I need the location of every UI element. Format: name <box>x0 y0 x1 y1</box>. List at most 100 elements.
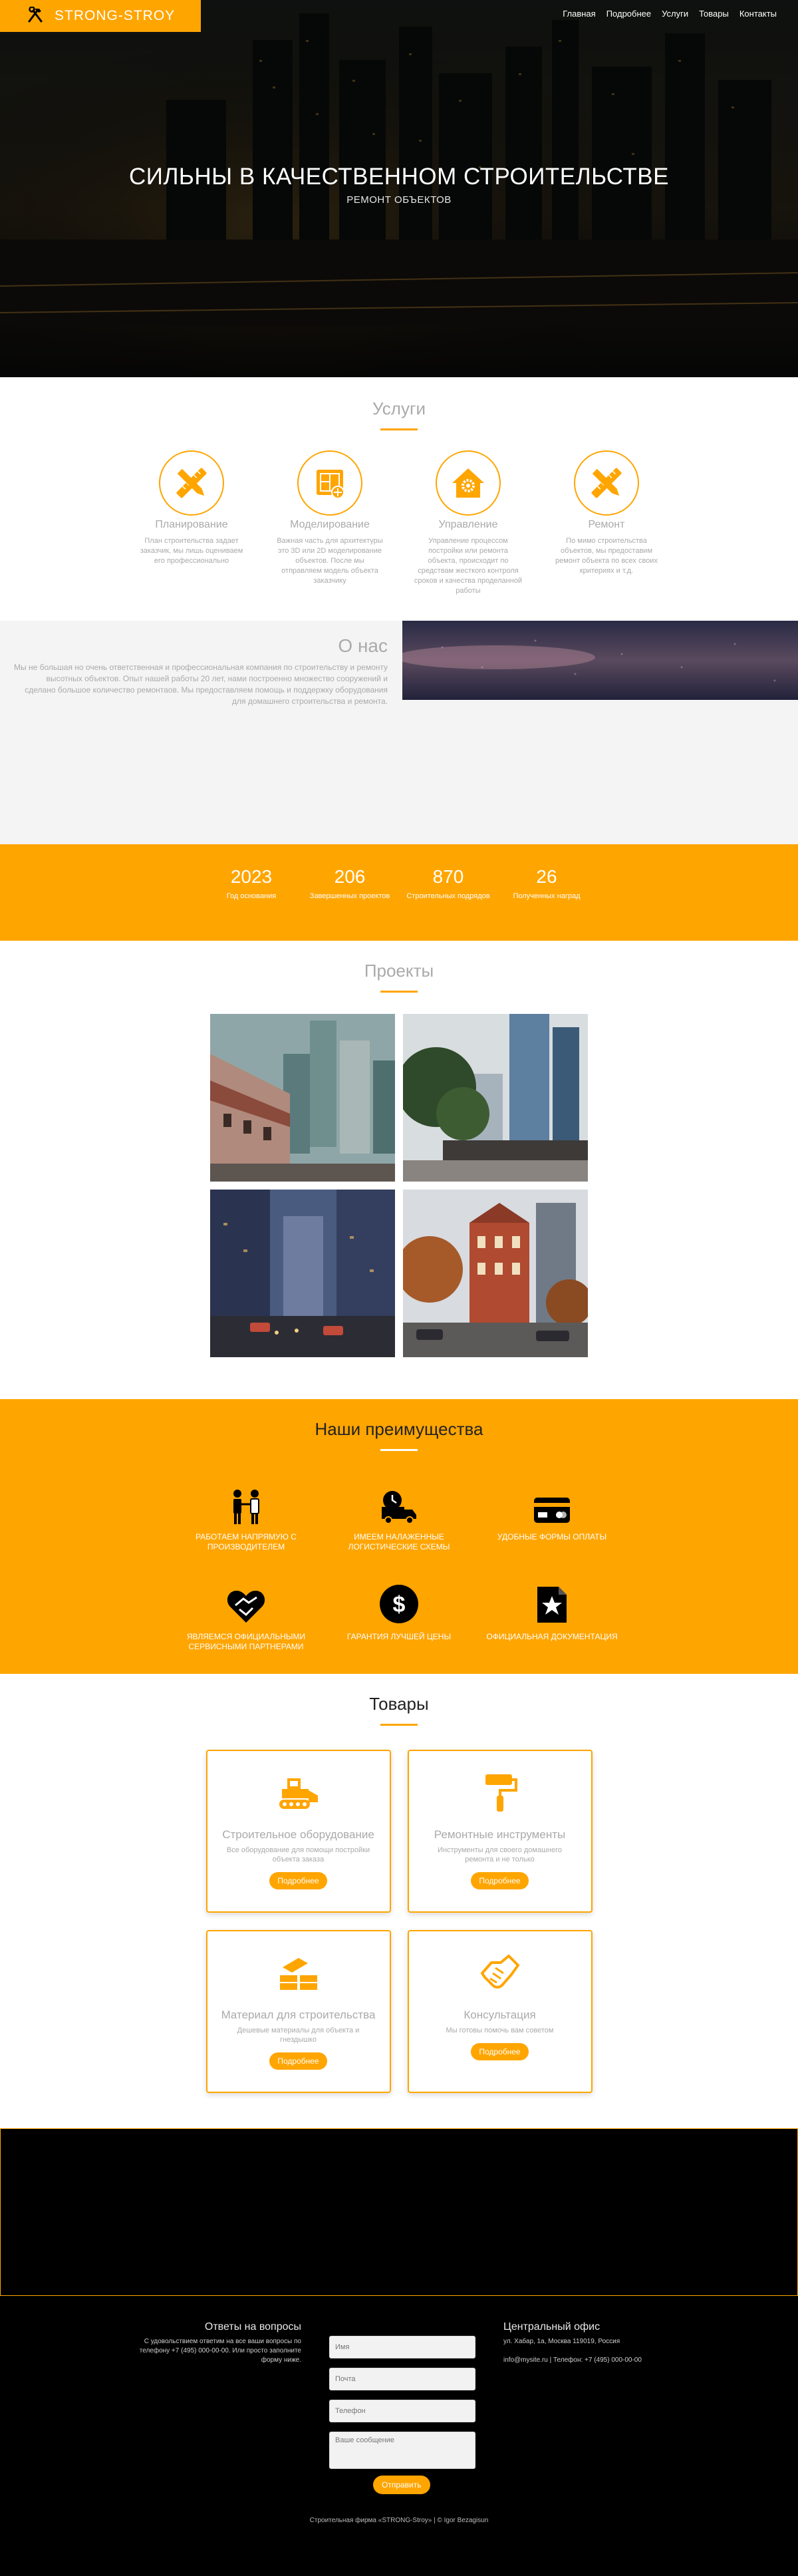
service-name: Ремонт <box>588 519 625 530</box>
stat-number: 26 <box>536 866 557 887</box>
service-desc: План строительства задает заказчик, мы л… <box>140 537 243 565</box>
details-button[interactable]: Подробнее <box>269 1872 327 1889</box>
card-desc: Все оборудование для помощи постройки об… <box>226 1846 370 1863</box>
service-item: Моделирование Важная часть для архитекту… <box>275 450 385 596</box>
credit-card-icon <box>475 1479 628 1524</box>
menu-link-services[interactable]: Услуги <box>656 9 694 19</box>
hero-subtitle: РЕМОНТ ОБЪЕКТОВ <box>346 194 452 206</box>
service-item: Управление Управление процессом постройк… <box>413 450 523 596</box>
advantage-item: УДОБНЫЕ ФОРМЫ ОПЛАТЫ <box>475 1479 628 1552</box>
blueprint-icon <box>297 450 362 516</box>
project-image[interactable] <box>403 1190 588 1357</box>
brand-name: STRONG-STROY <box>55 8 176 23</box>
stat-item: 206 Завершенных проектов <box>307 866 393 941</box>
document-star-icon <box>475 1579 628 1624</box>
pencil-ruler-icon <box>574 450 639 516</box>
advantage-label: ИМЕЕМ НАЛАЖЕННЫЕ ЛОГИСТИЧЕСКИЕ СХЕМЫ <box>348 1532 450 1551</box>
heart-handshake-icon <box>170 1579 323 1624</box>
main-menu: Главная Подробнее Услуги Товары Контакты <box>557 0 798 19</box>
stat-number: 206 <box>334 866 366 887</box>
handshake-icon <box>409 1950 591 1997</box>
service-desc: По мимо строительства объектов, мы предо… <box>555 537 658 575</box>
delivery-truck-icon <box>323 1479 475 1524</box>
about-image <box>402 621 798 700</box>
copyright: Строительная фирма «STRONG-Stroy» | © Ig… <box>309 2517 489 2524</box>
advantage-label: ГАРАНТИЯ ЛУЧШЕЙ ЦЕНЫ <box>346 1632 452 1641</box>
office-title: Центральный офис <box>503 2321 600 2333</box>
house-gear-icon <box>436 450 501 516</box>
menu-link-home[interactable]: Главная <box>557 9 600 19</box>
project-image[interactable] <box>210 1014 395 1182</box>
contact-text: С удовольствием ответим на все ваши вопр… <box>139 2338 301 2364</box>
stats-section: 2023 Год основания 206 Завершенных проек… <box>0 844 798 941</box>
card-title: Строительное оборудование <box>222 1828 374 1841</box>
stat-item: 26 Полученных наград <box>503 866 590 941</box>
card-desc: Дешевые материалы для объекта и гнездышк… <box>237 2026 360 2044</box>
advantage-label: ОФИЦИАЛЬНАЯ ДОКУМЕНТАЦИЯ <box>486 1632 618 1641</box>
menu-link-goods[interactable]: Товары <box>694 9 734 19</box>
phone-field[interactable] <box>329 2400 475 2422</box>
stat-label: Полученных наград <box>513 892 581 900</box>
advantages-section: Наши преимущества РАБОТАЕМ НАПРЯМУЮ С ПР… <box>0 1399 798 1674</box>
menu-link-details[interactable]: Подробнее <box>601 9 656 19</box>
name-field[interactable] <box>329 2336 475 2358</box>
card-desc: Инструменты для своего домашнего ремонта… <box>437 1846 563 1863</box>
contact-title: Ответы на вопросы <box>204 2321 301 2333</box>
service-item: Ремонт По мимо строительства объектов, м… <box>551 450 662 596</box>
brand-logo[interactable]: STRONG-STROY <box>0 0 201 32</box>
bulldozer-icon <box>207 1770 390 1816</box>
project-image[interactable] <box>403 1014 588 1182</box>
details-button[interactable]: Подробнее <box>269 2052 327 2070</box>
details-button[interactable]: Подробнее <box>471 2043 529 2060</box>
projects-section: Проекты <box>0 941 798 1399</box>
contact-form <box>329 2336 475 2472</box>
stat-label: Строительных подрядов <box>406 892 490 900</box>
advantages-title: Наши преимущества <box>315 1419 483 1439</box>
hero-text: СИЛЬНЫ В КАЧЕСТВЕННОМ СТРОИТЕЛЬСТВЕ РЕМО… <box>0 164 798 206</box>
email-field[interactable] <box>329 2368 475 2390</box>
stat-label: Завершенных проектов <box>309 892 390 900</box>
handshake-people-icon <box>170 1479 323 1524</box>
service-item: Планирование План строительства задает з… <box>136 450 247 596</box>
footer: Ответы на вопросы С удовольствием ответи… <box>0 2296 798 2576</box>
pencil-ruler-icon <box>159 450 224 516</box>
service-desc: Важная часть для архитектуры это 3D или … <box>277 537 383 585</box>
service-name: Моделирование <box>290 519 370 530</box>
menu-link-contacts[interactable]: Контакты <box>734 9 782 19</box>
hero-title: СИЛЬНЫ В КАЧЕСТВЕННОМ СТРОИТЕЛЬСТВЕ <box>129 164 669 190</box>
goods-title: Товары <box>369 1694 429 1714</box>
goods-card: Ремонтные инструменты Инструменты для св… <box>407 1750 593 1913</box>
details-button[interactable]: Подробнее <box>471 1872 529 1889</box>
projects-title: Проекты <box>364 961 434 981</box>
service-name: Планирование <box>155 519 228 530</box>
goods-card: Консультация Мы готовы помочь вам совето… <box>407 1930 593 2093</box>
stat-item: 870 Строительных подрядов <box>405 866 491 941</box>
bricks-icon <box>207 1950 390 1997</box>
service-name: Управление <box>438 519 498 530</box>
goods-card: Материал для строительства Дешевые матер… <box>205 1930 391 2093</box>
office-contacts: info@mysite.ru | Телефон: +7 (495) 000-0… <box>503 2356 642 2364</box>
office-address: ул. Хабар, 1а, Москва 119019, Россия <box>503 2338 620 2345</box>
title-underline <box>380 1449 418 1451</box>
services-title: Услуги <box>372 399 426 418</box>
stat-item: 2023 Год основания <box>208 866 295 941</box>
about-section: О нас Мы не большая но очень ответственн… <box>0 621 798 844</box>
goods-card: Строительное оборудование Все оборудован… <box>205 1750 391 1913</box>
hero-section: СИЛЬНЫ В КАЧЕСТВЕННОМ СТРОИТЕЛЬСТВЕ РЕМО… <box>0 0 798 377</box>
title-underline <box>380 991 418 993</box>
about-text: Мы не большая но очень ответственная и п… <box>14 663 388 706</box>
send-button[interactable]: Отправить <box>373 2476 430 2494</box>
message-field[interactable] <box>329 2432 475 2469</box>
paint-roller-icon <box>409 1770 591 1816</box>
project-image[interactable] <box>210 1190 395 1357</box>
title-underline <box>380 428 418 430</box>
card-title: Ремонтные инструменты <box>434 1828 566 1841</box>
stat-number: 2023 <box>230 866 273 887</box>
advantage-item: ОФИЦИАЛЬНАЯ ДОКУМЕНТАЦИЯ <box>475 1579 628 1652</box>
top-nav: STRONG-STROY Главная Подробнее Услуги То… <box>0 0 798 32</box>
stat-label: Год основания <box>226 892 277 900</box>
advantage-item: ИМЕЕМ НАЛАЖЕННЫЕ ЛОГИСТИЧЕСКИЕ СХЕМЫ <box>323 1479 475 1552</box>
map-embed[interactable] <box>0 2128 798 2296</box>
advantage-item: $ ГАРАНТИЯ ЛУЧШЕЙ ЦЕНЫ <box>323 1579 475 1652</box>
title-underline <box>380 1724 418 1726</box>
